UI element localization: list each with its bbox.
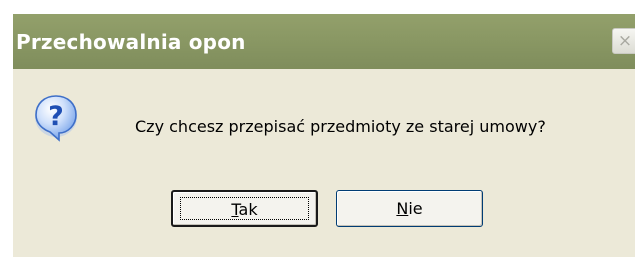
no-button-label: Nie (337, 199, 482, 218)
yes-button-label: Tak (173, 200, 316, 219)
yes-label-rest: ak (238, 200, 258, 219)
yes-accelerator: T (231, 200, 239, 219)
close-button[interactable]: × (612, 28, 635, 54)
yes-button[interactable]: Tak (171, 190, 318, 227)
no-button[interactable]: Nie (336, 190, 483, 227)
no-label-rest: ie (408, 199, 423, 218)
dialog-message: Czy chcesz przepisać przedmioty ze stare… (135, 117, 546, 136)
message-dialog: Przechowalnia opon × ? Czy chcesz przepi… (12, 14, 635, 257)
svg-text:?: ? (48, 101, 64, 132)
no-accelerator: N (396, 199, 409, 218)
title-bar[interactable]: Przechowalnia opon × (13, 14, 635, 69)
dialog-title: Przechowalnia opon (16, 30, 246, 54)
question-icon: ? (35, 95, 77, 142)
close-icon: × (617, 31, 633, 51)
